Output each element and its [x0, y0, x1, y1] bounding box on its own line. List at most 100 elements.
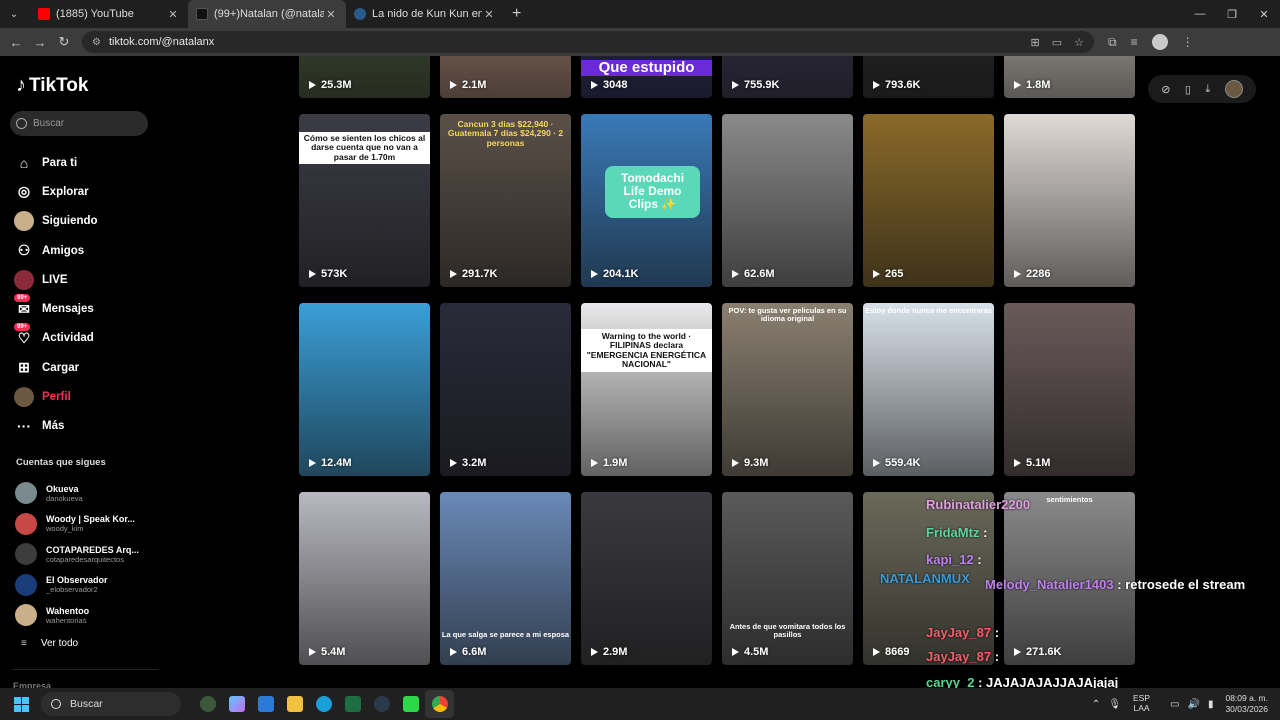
- edge-icon[interactable]: [309, 690, 338, 718]
- tab-steam[interactable]: La nido de Kun Kun en Steam ✕: [346, 0, 504, 28]
- view-count: 3048: [591, 79, 627, 91]
- cast-icon[interactable]: ▭: [1052, 36, 1062, 49]
- copilot-icon[interactable]: [222, 690, 251, 718]
- chrome-icon[interactable]: [425, 690, 454, 718]
- close-tab-icon[interactable]: ✕: [324, 8, 338, 21]
- network-icon[interactable]: ▭: [1170, 699, 1179, 710]
- tab-search-icon[interactable]: ⌄: [4, 4, 24, 24]
- play-icon: [873, 459, 880, 467]
- battery-icon[interactable]: ▮: [1208, 699, 1214, 710]
- nav-perfil[interactable]: Perfil: [14, 382, 98, 411]
- video-card[interactable]: Antes de que vomitara todos los pasillos…: [722, 492, 853, 665]
- green-app-icon[interactable]: [396, 690, 425, 718]
- video-card[interactable]: 2.1M: [440, 56, 571, 98]
- forward-icon[interactable]: →: [28, 35, 52, 50]
- chat-message: kapi_12 :: [926, 553, 982, 566]
- file-explorer-icon[interactable]: [280, 690, 309, 718]
- excel-icon[interactable]: [338, 690, 367, 718]
- video-card[interactable]: 3.2M: [440, 303, 571, 476]
- nav-mas[interactable]: ··· Más: [14, 412, 98, 441]
- store-icon[interactable]: [251, 690, 280, 718]
- close-window-icon[interactable]: ✕: [1248, 0, 1280, 28]
- video-card[interactable]: 2.9M: [581, 492, 712, 665]
- browser-menu-icon[interactable]: ⋮: [1182, 35, 1194, 49]
- user-avatar[interactable]: [1224, 80, 1243, 98]
- video-card[interactable]: 25.3M: [299, 56, 430, 98]
- video-card[interactable]: Que estupido 3048: [581, 56, 712, 98]
- url-bar[interactable]: ⚙ tiktok.com/@natalanx ⊞ ▭ ☆: [82, 31, 1094, 53]
- steam-icon[interactable]: [367, 690, 396, 718]
- translate-icon[interactable]: ⊞: [1031, 36, 1040, 49]
- avatar: [15, 512, 37, 535]
- bookmark-star-icon[interactable]: ☆: [1074, 36, 1084, 49]
- nav-amigos[interactable]: ⚇ Amigos: [14, 236, 98, 265]
- video-card[interactable]: Estoy donde nunca me encontraras 559.4K: [863, 303, 994, 476]
- video-card[interactable]: Warning to the world · FILIPINAS declara…: [581, 303, 712, 476]
- new-tab-icon[interactable]: +: [512, 5, 521, 23]
- microphone-icon[interactable]: 🎙: [1108, 699, 1121, 710]
- taskbar-search[interactable]: Buscar: [41, 692, 181, 716]
- close-tab-icon[interactable]: ✕: [166, 8, 180, 21]
- video-card[interactable]: 5.4M: [299, 492, 430, 665]
- widgets-icon[interactable]: [193, 690, 222, 718]
- video-card[interactable]: Tomodachi Life Demo Clips ✨ 204.1K: [581, 114, 712, 287]
- nav-live[interactable]: LIVE: [14, 265, 98, 294]
- maximize-icon[interactable]: ❐: [1216, 0, 1248, 28]
- video-card[interactable]: 5.1M: [1004, 303, 1135, 476]
- chevron-up-icon[interactable]: ⌃: [1092, 699, 1100, 710]
- profile-avatar-icon[interactable]: [1151, 34, 1168, 50]
- reload-icon[interactable]: ↻: [52, 34, 76, 50]
- steam-favicon-icon: [354, 8, 366, 20]
- video-card[interactable]: La que salga se parece a mi esposa 6.6M: [440, 492, 571, 665]
- nav-para-ti[interactable]: ⌂ Para ti: [14, 148, 98, 177]
- account-name: COTAPAREDES Arq...: [46, 544, 139, 555]
- phone-icon[interactable]: ▯: [1185, 83, 1191, 96]
- see-all-button[interactable]: ≡ Ver todo: [21, 638, 78, 649]
- play-icon: [1014, 648, 1021, 656]
- media-controls-icon[interactable]: ≡: [1131, 35, 1138, 49]
- video-card[interactable]: 793.6K: [863, 56, 994, 98]
- tab-tiktok[interactable]: (99+)Natalan (@natalanx) | TikTok ✕: [188, 0, 346, 28]
- volume-icon[interactable]: 🔊: [1187, 699, 1199, 710]
- play-icon: [591, 459, 598, 467]
- minimize-icon[interactable]: —: [1184, 0, 1216, 28]
- video-card[interactable]: Cómo se sienten los chicos al darse cuen…: [299, 114, 430, 287]
- video-card[interactable]: 265: [863, 114, 994, 287]
- clock[interactable]: 08:09 a. m. 30/03/2026: [1225, 693, 1268, 715]
- video-card[interactable]: 62.6M: [722, 114, 853, 287]
- search-input[interactable]: Buscar: [10, 111, 148, 136]
- nav-mensajes[interactable]: ✉ 99+ Mensajes: [14, 294, 98, 323]
- back-icon[interactable]: ←: [4, 35, 28, 50]
- following-account[interactable]: COTAPAREDES Arq... cotaparedesarquitectos: [15, 539, 139, 570]
- windows-start-icon[interactable]: [14, 696, 29, 712]
- nav-actividad[interactable]: ♡ 99+ Actividad: [14, 323, 98, 353]
- site-info-icon[interactable]: ⚙: [92, 37, 101, 48]
- view-count: 755.9K: [732, 79, 779, 91]
- view-count-text: 793.6K: [885, 79, 921, 91]
- following-account[interactable]: Okueva danokueva: [15, 478, 139, 509]
- video-card[interactable]: 755.9K: [722, 56, 853, 98]
- tab-title: (99+)Natalan (@natalanx) | TikTok: [214, 8, 324, 20]
- tab-youtube[interactable]: (1885) YouTube ✕: [30, 0, 188, 28]
- following-account[interactable]: Wahentoo wahentorias: [15, 600, 139, 631]
- nav-label: Actividad: [42, 332, 94, 345]
- language-indicator[interactable]: ESP LAA: [1133, 693, 1150, 714]
- extensions-icon[interactable]: ⧉: [1108, 35, 1117, 50]
- nav-siguiendo[interactable]: Siguiendo: [14, 207, 98, 236]
- video-card[interactable]: 2286: [1004, 114, 1135, 287]
- close-tab-icon[interactable]: ✕: [482, 8, 496, 21]
- video-card[interactable]: Cancun 3 dias $22,940 · Guatemala 7 dias…: [440, 114, 571, 287]
- play-icon: [1014, 81, 1021, 89]
- video-card[interactable]: 12.4M: [299, 303, 430, 476]
- nav-cargar[interactable]: ⊞ Cargar: [14, 353, 98, 382]
- video-card[interactable]: POV: te gusta ver peliculas en su idioma…: [722, 303, 853, 476]
- video-card[interactable]: 1.8M: [1004, 56, 1135, 98]
- tiktok-logo[interactable]: ♪ TikTok: [16, 74, 88, 97]
- following-account[interactable]: El Observador _elobservador2: [15, 570, 139, 601]
- view-count-text: 8669: [885, 646, 910, 658]
- gift-icon[interactable]: ⊘: [1161, 83, 1170, 96]
- following-account[interactable]: Woody | Speak Kor... woody_kim: [15, 509, 139, 540]
- nav-explorar[interactable]: ◎ Explorar: [14, 177, 98, 206]
- play-icon: [1014, 270, 1021, 278]
- download-icon[interactable]: ⤓: [1205, 83, 1210, 96]
